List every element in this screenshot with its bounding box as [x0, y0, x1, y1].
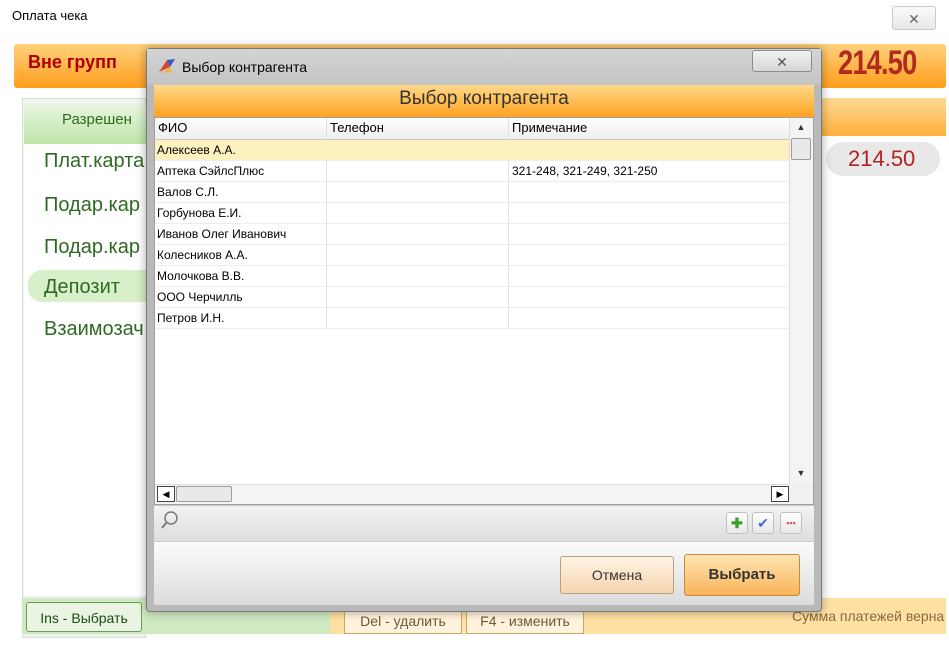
cell-name: Аптека СэйлсПлюс: [157, 164, 265, 178]
scroll-left-icon[interactable]: ◀: [157, 486, 175, 502]
horizontal-scroll-thumb[interactable]: [176, 486, 232, 502]
table-row[interactable]: Алексеев А.А.: [155, 140, 789, 161]
cell-note: 321-248, 321-249, 321-250: [512, 164, 658, 178]
cell-name: Петров И.Н.: [157, 311, 225, 325]
search-icon[interactable]: [160, 510, 180, 530]
dialog-header-title: Выбор контрагента: [399, 88, 569, 109]
column-header-note[interactable]: Примечание: [512, 120, 587, 135]
select-button[interactable]: Выбрать: [684, 554, 800, 596]
grid-header-row: [155, 118, 789, 140]
table-row[interactable]: Петров И.Н.: [155, 308, 789, 329]
del-delete-button[interactable]: Del - удалить: [344, 610, 462, 634]
scroll-up-icon[interactable]: ▲: [791, 118, 811, 136]
dialog-title: Выбор контрагента: [182, 59, 308, 75]
group-header-label: Вне групп: [28, 52, 117, 72]
table-row[interactable]: Аптека СэйлсПлюс 321-248, 321-249, 321-2…: [155, 161, 789, 182]
table-row[interactable]: Горбунова Е.И.: [155, 203, 789, 224]
table-row[interactable]: Валов С.Л.: [155, 182, 789, 203]
check-icon[interactable]: ✔: [752, 512, 774, 534]
cell-name: Молочкова В.В.: [157, 269, 245, 283]
scroll-corner: [789, 484, 813, 504]
table-row[interactable]: ООО Черчилль: [155, 287, 789, 308]
window-close-button[interactable]: ✕: [892, 6, 936, 30]
vertical-scrollbar[interactable]: [789, 118, 813, 484]
grid-toolbar: [154, 505, 814, 541]
tab-allowed-label: Разрешен: [62, 111, 132, 128]
column-header-name[interactable]: ФИО: [158, 120, 187, 135]
dots-icon[interactable]: ▪▪▪: [780, 512, 802, 534]
cell-name: Иванов Олег Иванович: [157, 227, 287, 241]
app-icon: [159, 59, 175, 73]
payment-item-offset[interactable]: Взаимозач: [44, 318, 144, 341]
column-header-phone[interactable]: Телефон: [330, 120, 384, 135]
cell-name: ООО Черчилль: [157, 290, 243, 304]
cell-name: Горбунова Е.И.: [157, 206, 242, 220]
table-row[interactable]: Иванов Олег Иванович: [155, 224, 789, 245]
payment-amount: 214.50: [848, 146, 916, 171]
cell-name: Валов С.Л.: [157, 185, 219, 199]
table-row[interactable]: Колесников А.А.: [155, 245, 789, 266]
receipt-total: 214.50: [838, 44, 917, 82]
scroll-right-icon[interactable]: ▶: [771, 486, 789, 502]
cell-name: Колесников А.А.: [157, 248, 248, 262]
window-title: Оплата чека: [12, 8, 88, 23]
plus-icon[interactable]: ✚: [726, 512, 748, 534]
payment-item-gift-card-2[interactable]: Подар.кар: [44, 236, 140, 259]
cell-name: Алексеев А.А.: [157, 143, 236, 157]
dialog-close-button[interactable]: ✕: [752, 50, 812, 72]
payment-item-card[interactable]: Плат.карта: [44, 150, 144, 173]
scroll-down-icon[interactable]: ▼: [791, 464, 811, 482]
ins-select-button[interactable]: Ins - Выбрать: [26, 602, 142, 632]
cancel-button[interactable]: Отмена: [560, 556, 674, 594]
table-row[interactable]: Молочкова В.В.: [155, 266, 789, 287]
payment-item-deposit[interactable]: Депозит: [44, 276, 120, 299]
horizontal-scrollbar[interactable]: [155, 484, 789, 504]
payment-item-gift-card[interactable]: Подар.кар: [44, 194, 140, 217]
payments-header: [820, 98, 946, 136]
f4-edit-button[interactable]: F4 - изменить: [466, 610, 584, 634]
vertical-scroll-thumb[interactable]: [791, 138, 811, 160]
